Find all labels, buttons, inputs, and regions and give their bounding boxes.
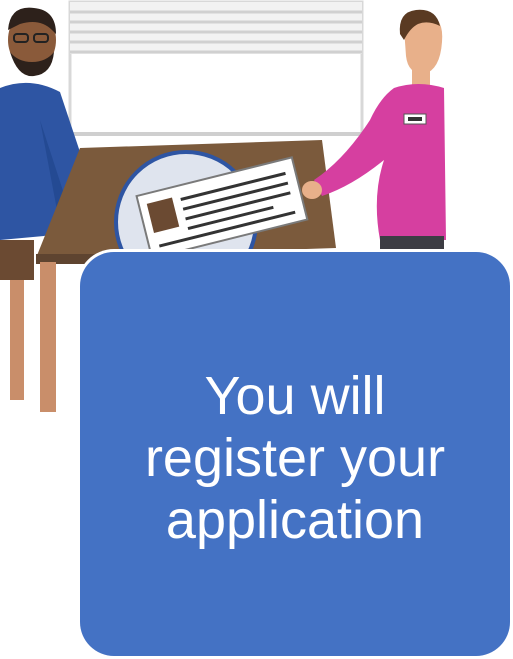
window-blinds-icon [68, 0, 364, 136]
callout-card: You will register your application [80, 252, 510, 656]
callout-text: You will register your application [144, 366, 446, 550]
